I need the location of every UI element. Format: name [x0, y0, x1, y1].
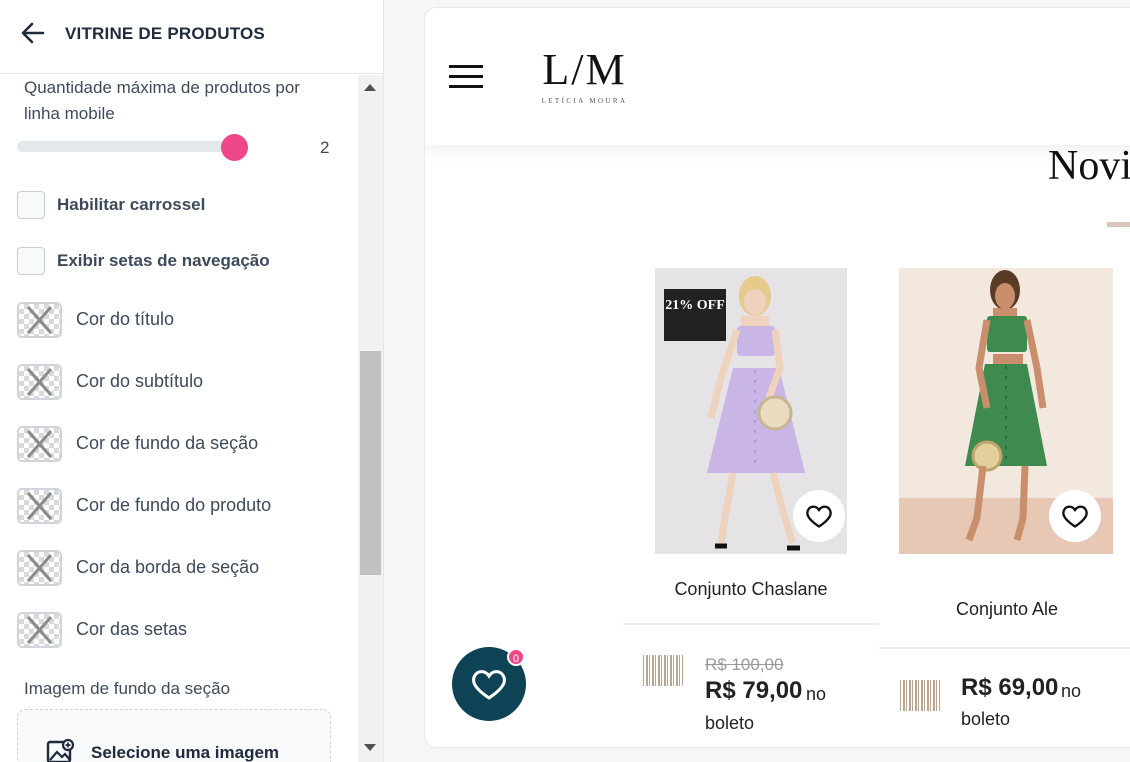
logo-subtitle: LETÍCIA MOURA — [541, 97, 628, 105]
store-header: L/M LETÍCIA MOURA — [425, 8, 1130, 145]
empty-color-icon — [26, 430, 53, 458]
qty-slider-value: 2 — [320, 138, 330, 157]
wishlist-button[interactable] — [1049, 490, 1101, 542]
price-suffix: no — [1061, 681, 1082, 701]
product-image[interactable]: 21% OFF — [655, 268, 847, 554]
arrow-left-icon[interactable] — [20, 20, 46, 46]
carousel-label: Habilitar carrossel — [57, 195, 206, 214]
product-price: R$ 69,00 — [961, 674, 1059, 701]
section-title: Novi — [1048, 143, 1130, 189]
empty-color-icon — [26, 368, 53, 396]
product-card[interactable]: Conjunto Ale R$ 69,00 no boleto — [879, 268, 1130, 747]
scroll-up-icon[interactable] — [364, 84, 376, 91]
boleto-barcode-icon — [643, 655, 683, 686]
heart-icon — [1062, 505, 1088, 528]
color-label: Cor do título — [76, 309, 175, 329]
sidebar-scroll-area: Quantidade máxima de produtos por linha … — [0, 75, 358, 762]
qty-slider-track[interactable] — [17, 141, 237, 152]
product-price: R$ 79,00 — [705, 677, 803, 704]
product-name[interactable]: Conjunto Chaslane — [623, 579, 879, 600]
bg-image-label: Imagem de fundo da seção — [24, 679, 231, 698]
sidebar-scrollbar[interactable] — [358, 75, 383, 762]
color-swatch[interactable] — [17, 550, 62, 586]
settings-sidebar: VITRINE DE PRODUTOS Quantidade máxima de… — [0, 0, 384, 762]
price-suffix-boleto: boleto — [705, 713, 755, 733]
empty-color-icon — [26, 492, 53, 520]
title-underline — [1107, 222, 1130, 227]
empty-color-icon — [26, 616, 53, 644]
empty-color-icon — [26, 306, 53, 334]
carousel-checkbox[interactable] — [17, 191, 45, 219]
scroll-down-icon[interactable] — [364, 744, 376, 751]
color-swatch[interactable] — [17, 488, 62, 524]
price-suffix-boleto: boleto — [961, 709, 1011, 729]
wishlist-button[interactable] — [793, 490, 845, 542]
color-swatch[interactable] — [17, 612, 62, 648]
sidebar-header: VITRINE DE PRODUTOS — [0, 0, 383, 74]
image-upload-icon — [46, 738, 75, 762]
product-card[interactable]: 21% OFF Conjunto Chaslane R$ 100,00 R$ 7… — [623, 268, 879, 747]
boleto-barcode-icon — [900, 680, 940, 711]
color-label: Cor do subtítulo — [76, 371, 204, 391]
select-image-button[interactable]: Selecione uma imagem — [17, 709, 331, 762]
heart-icon — [472, 670, 506, 700]
product-image[interactable] — [899, 268, 1113, 554]
hamburger-menu-icon[interactable] — [449, 65, 483, 89]
old-price: R$ 100,00 — [705, 655, 784, 674]
product-divider — [879, 647, 1130, 649]
color-swatch[interactable] — [17, 364, 62, 400]
color-label: Cor de fundo da seção — [76, 433, 259, 453]
heart-icon — [806, 505, 832, 528]
wishlist-count-badge: 0 — [507, 648, 525, 666]
discount-badge: 21% OFF — [664, 289, 726, 341]
empty-color-icon — [26, 554, 53, 582]
color-label: Cor das setas — [76, 619, 188, 639]
sidebar-title: VITRINE DE PRODUTOS — [65, 24, 265, 43]
color-swatch[interactable] — [17, 302, 62, 338]
product-divider — [623, 623, 879, 625]
scrollbar-thumb[interactable] — [360, 351, 381, 575]
logo-mark: L/M — [542, 45, 627, 94]
arrows-checkbox[interactable] — [17, 247, 45, 275]
color-label: Cor da borda de seção — [76, 557, 260, 577]
qty-per-row-label: Quantidade máxima de produtos por linha … — [24, 78, 300, 123]
product-name[interactable]: Conjunto Ale — [879, 599, 1130, 620]
color-label: Cor de fundo do produto — [76, 495, 272, 515]
price-suffix: no — [806, 684, 827, 704]
select-image-label: Selecione uma imagem — [91, 743, 280, 762]
qty-slider-thumb[interactable] — [221, 134, 248, 161]
color-swatch[interactable] — [17, 426, 62, 462]
store-logo[interactable]: L/M LETÍCIA MOURA — [527, 46, 642, 108]
arrows-label: Exibir setas de navegação — [57, 251, 270, 270]
store-preview: L/M LETÍCIA MOURA Novi 21% OFF Conjunto … — [424, 7, 1130, 748]
